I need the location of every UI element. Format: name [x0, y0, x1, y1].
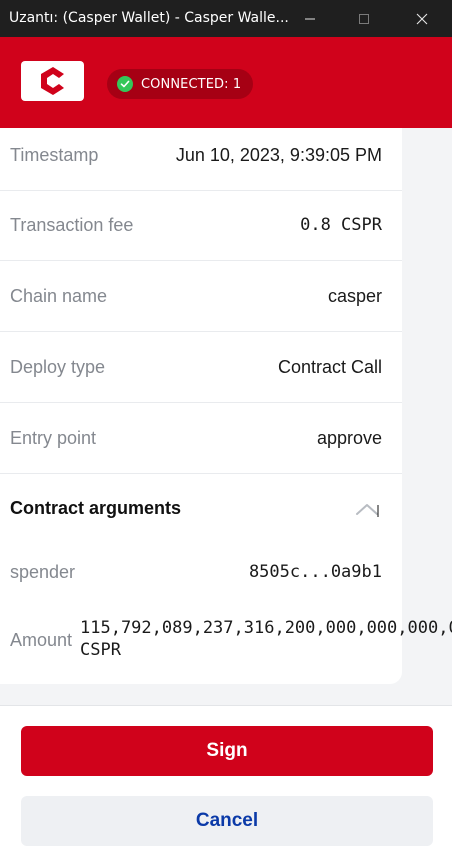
- detail-value: approve: [316, 427, 382, 448]
- detail-value: Jun 10, 2023, 9:39:05 PM: [175, 144, 382, 165]
- argument-value: 8505c...0a9b1: [248, 562, 382, 582]
- detail-label: Entry point: [10, 427, 97, 448]
- connection-status-text: CONNECTED: 1: [141, 76, 242, 92]
- detail-label: Transaction fee: [10, 214, 134, 235]
- detail-row-transaction-fee: Transaction fee 0.8 CSPR: [0, 190, 402, 261]
- detail-label: Timestamp: [10, 144, 99, 165]
- close-window-button[interactable]: [398, 0, 446, 37]
- detail-row-chain-name: Chain name casper: [0, 261, 402, 332]
- maximize-button[interactable]: [340, 0, 388, 37]
- action-footer: Sign Cancel: [0, 705, 452, 862]
- sign-button[interactable]: Sign: [21, 726, 433, 776]
- window-title-bar: Uzantı: (Casper Wallet) - Casper Walle..…: [0, 0, 452, 37]
- argument-label: spender: [10, 562, 76, 582]
- minimize-icon: [305, 18, 315, 19]
- chevron-up-icon[interactable]: [355, 499, 381, 519]
- deploy-details-scroll[interactable]: Timestamp Jun 10, 2023, 9:39:05 PM Trans…: [0, 128, 452, 705]
- argument-value-line2: CSPR: [80, 640, 121, 660]
- detail-row-timestamp: Timestamp Jun 10, 2023, 9:39:05 PM: [0, 128, 402, 191]
- app-header: CONNECTED: 1: [0, 37, 452, 128]
- detail-row-entry-point: Entry point approve: [0, 403, 402, 474]
- detail-value: Contract Call: [277, 356, 382, 377]
- detail-value: 0.8 CSPR: [300, 215, 382, 235]
- contract-arguments-title[interactable]: Contract arguments: [10, 498, 181, 519]
- casper-logo-icon: [40, 67, 64, 95]
- cancel-button[interactable]: Cancel: [21, 796, 433, 846]
- connection-status-badge[interactable]: CONNECTED: 1: [107, 69, 254, 99]
- detail-row-deploy-type: Deploy type Contract Call: [0, 332, 402, 403]
- argument-row-spender: spender 8505c...0a9b1: [0, 560, 402, 590]
- close-icon: [416, 13, 428, 24]
- maximize-icon: [359, 13, 369, 24]
- argument-label: Amount: [10, 630, 73, 650]
- detail-value: casper: [327, 285, 382, 306]
- detail-label: Chain name: [10, 285, 108, 306]
- window-title: Uzantı: (Casper Wallet) - Casper Walle..…: [9, 10, 289, 26]
- check-circle-icon: [117, 76, 133, 92]
- detail-label: Deploy type: [10, 356, 106, 377]
- casper-logo: [21, 61, 84, 101]
- minimize-button[interactable]: [286, 0, 334, 37]
- deploy-details-card: Timestamp Jun 10, 2023, 9:39:05 PM Trans…: [0, 128, 452, 684]
- argument-value-line1: 115,792,089,237,316,200,000,000,000,00: [80, 618, 452, 638]
- argument-row-amount: Amount 115,792,089,237,316,200,000,000,0…: [0, 616, 452, 676]
